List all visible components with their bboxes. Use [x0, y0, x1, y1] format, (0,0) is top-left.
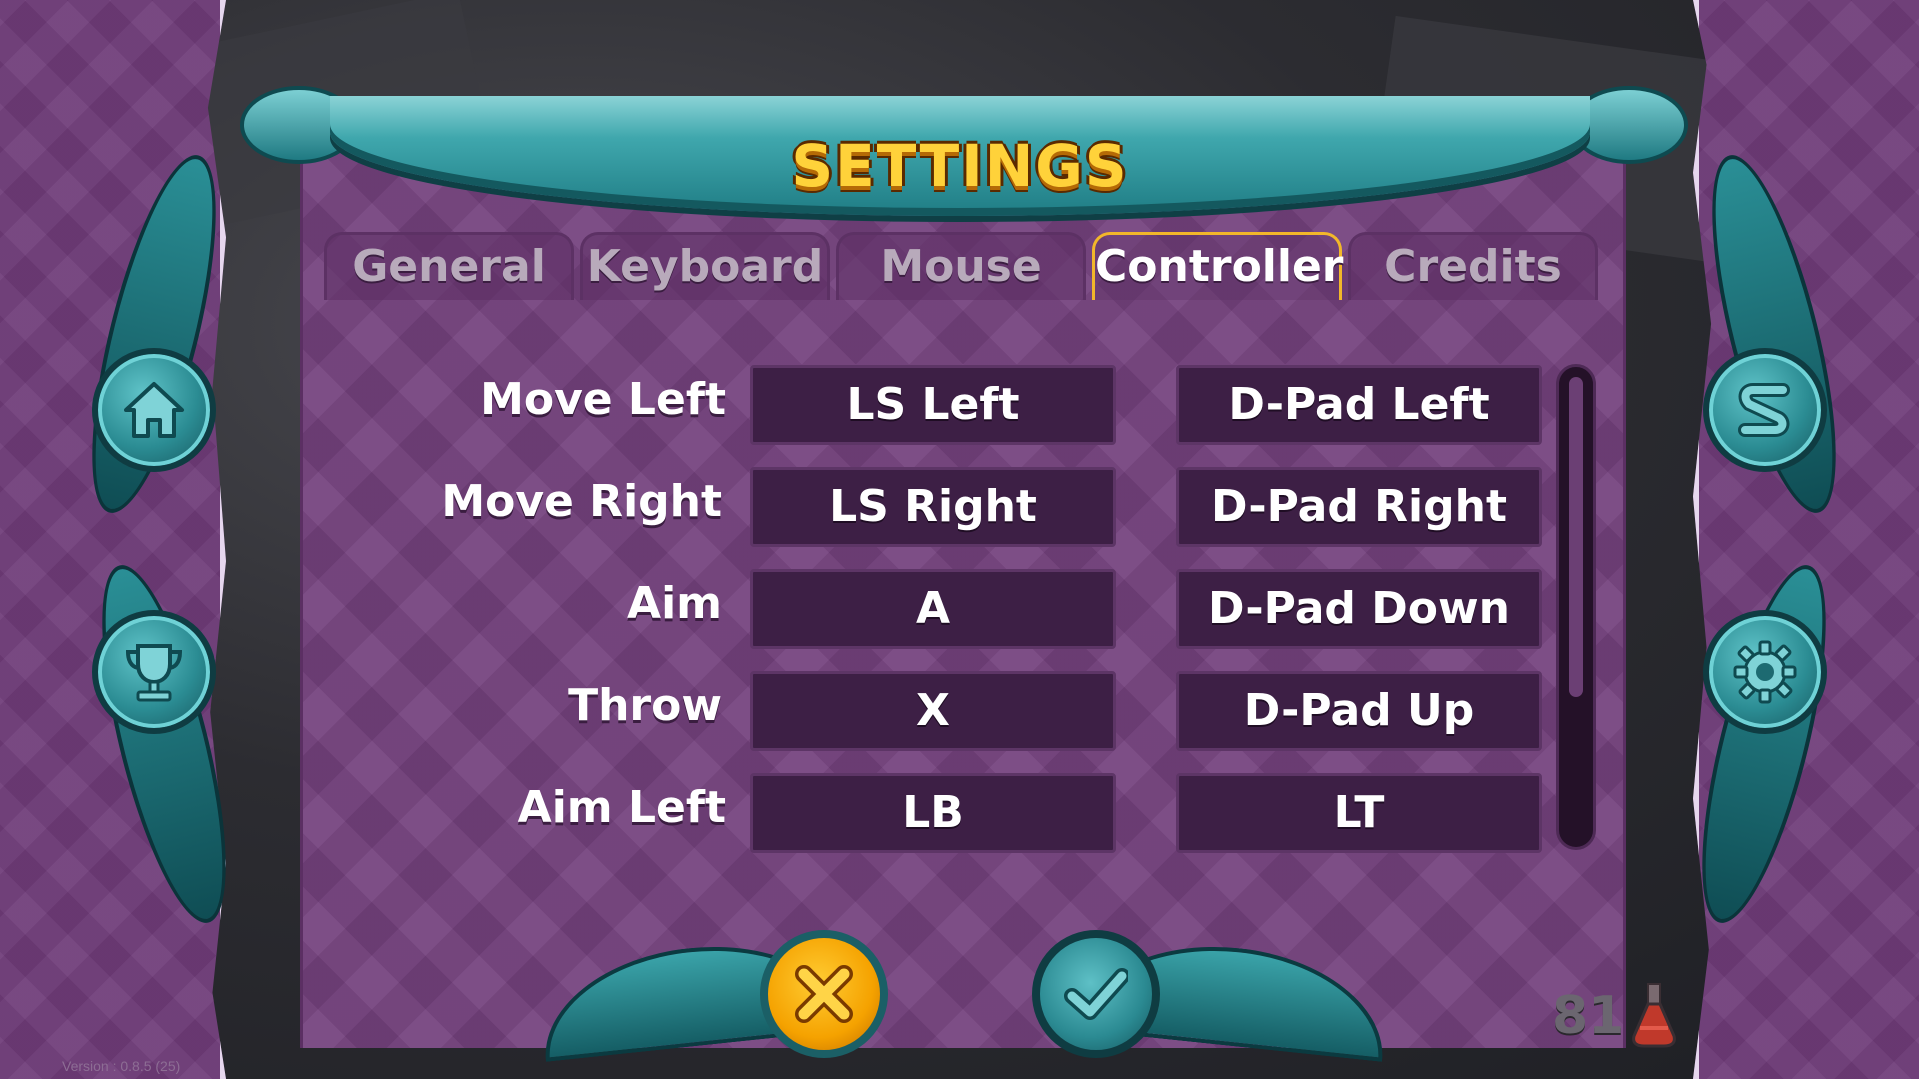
scrollbar-thumb[interactable] — [1569, 377, 1583, 697]
trophy-icon — [125, 644, 183, 702]
secondary-binding-move-left[interactable]: D-Pad Left — [1176, 365, 1542, 445]
secondary-binding-move-right[interactable]: D-Pad Right — [1176, 467, 1542, 547]
potion-icon — [1632, 983, 1676, 1048]
profile-button[interactable] — [1703, 348, 1827, 472]
tab-mouse[interactable]: Mouse — [836, 232, 1086, 300]
cancel-button[interactable] — [760, 930, 888, 1058]
secondary-binding-aim-left[interactable]: LT — [1176, 773, 1542, 853]
potion-count: 81 — [1552, 986, 1625, 1046]
tab-keyboard[interactable]: Keyboard — [580, 232, 830, 300]
confirm-button[interactable] — [1032, 930, 1160, 1058]
secondary-binding-aim[interactable]: D-Pad Down — [1176, 569, 1542, 649]
action-label-aim: Aim — [627, 578, 722, 629]
s-logo-icon — [1738, 383, 1790, 437]
tab-controller[interactable]: Controller — [1092, 232, 1344, 300]
check-icon — [1064, 968, 1128, 1020]
scrollbar[interactable] — [1556, 364, 1596, 850]
primary-binding-aim[interactable]: A — [750, 569, 1116, 649]
secondary-binding-throw[interactable]: D-Pad Up — [1176, 671, 1542, 751]
action-label-move-left: Move Left — [480, 374, 726, 425]
version-label: Version : 0.8.5 (25) — [62, 1058, 181, 1074]
action-label-throw: Throw — [568, 680, 722, 731]
home-icon — [124, 382, 184, 438]
action-label-move-right: Move Right — [441, 476, 722, 527]
primary-binding-aim-left[interactable]: LB — [750, 773, 1116, 853]
gear-icon — [1733, 640, 1797, 704]
tab-credits[interactable]: Credits — [1348, 232, 1598, 300]
close-icon — [795, 965, 853, 1023]
tab-general[interactable]: General — [324, 232, 574, 300]
primary-binding-move-right[interactable]: LS Right — [750, 467, 1116, 547]
home-button[interactable] — [92, 348, 216, 472]
achievements-button[interactable] — [92, 610, 216, 734]
action-label-aim-left: Aim Left — [517, 782, 726, 833]
page-title: SETTINGS — [791, 132, 1129, 200]
primary-binding-throw[interactable]: X — [750, 671, 1116, 751]
settings-button[interactable] — [1703, 610, 1827, 734]
primary-binding-move-left[interactable]: LS Left — [750, 365, 1116, 445]
